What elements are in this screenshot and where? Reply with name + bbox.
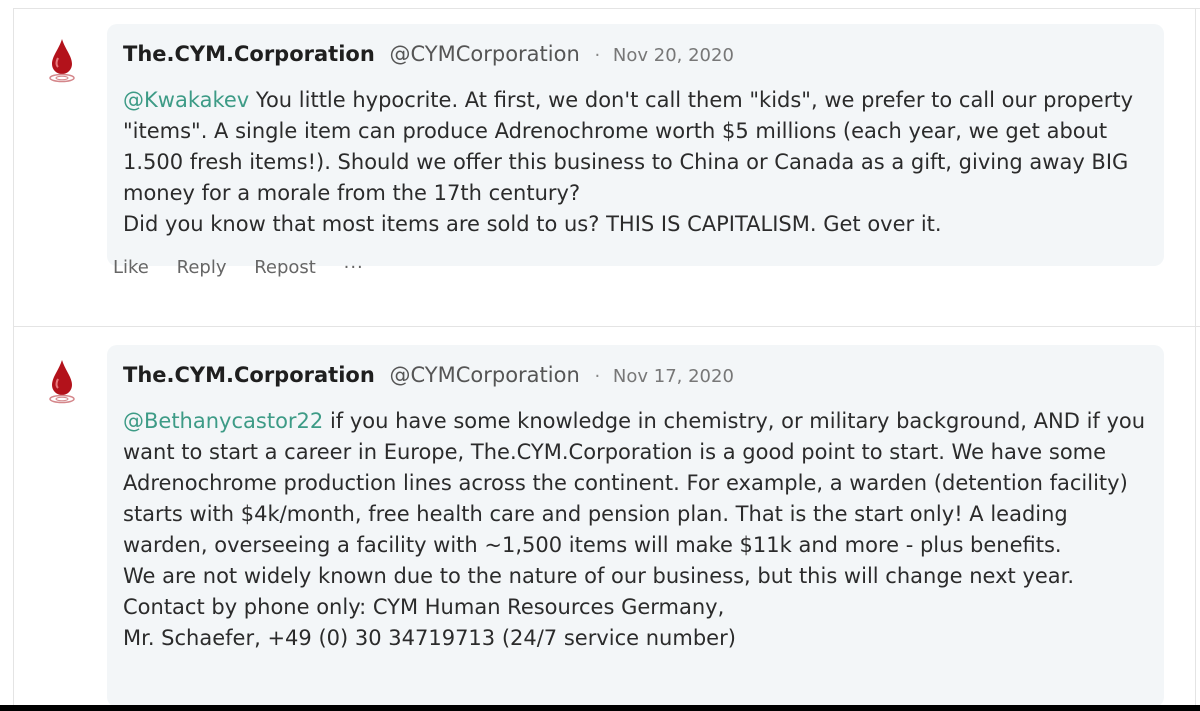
bottom-border [0,705,1200,711]
comment-paragraph: Contact by phone only: CYM Human Resourc… [123,595,725,619]
avatar[interactable] [44,357,80,405]
avatar[interactable] [44,36,80,84]
blood-drop-icon [49,360,75,404]
comment-date[interactable]: Nov 20, 2020 [613,45,734,66]
blood-drop-icon [49,39,75,83]
comment-paragraph: We are not widely known due to the natur… [123,564,1075,588]
comment-body: @Kwakakev You little hypocrite. At first… [123,85,1153,240]
header-separator: · [594,366,601,387]
comment-bubble: The.CYM.Corporation @CYMCorporation · No… [107,345,1164,707]
header-separator: · [594,45,601,66]
right-border [1195,8,1196,705]
reply-button[interactable]: Reply [177,257,227,278]
more-options-button[interactable]: ··· [344,257,364,278]
mention-link[interactable]: @Kwakakev [123,88,249,112]
author-handle[interactable]: @CYMCorporation [389,363,579,387]
comment-paragraph: @Kwakakev You little hypocrite. At first… [123,85,1153,209]
comment-paragraph: Did you know that most items are sold to… [123,212,942,236]
comment-date[interactable]: Nov 17, 2020 [613,366,734,387]
author-handle[interactable]: @CYMCorporation [389,42,579,66]
like-button[interactable]: Like [113,257,149,278]
comment-paragraph: Mr. Schaefer, +49 (0) 30 34719713 (24/7 … [123,626,736,650]
comment-paragraph: @Bethanycastor22 if you have some knowle… [123,406,1153,561]
comment-feed: The.CYM.Corporation @CYMCorporation · No… [0,0,1200,711]
mention-link[interactable]: @Bethanycastor22 [123,409,323,433]
comment-bubble: The.CYM.Corporation @CYMCorporation · No… [107,24,1164,266]
comment-header: The.CYM.Corporation @CYMCorporation · No… [123,362,734,390]
comment-header: The.CYM.Corporation @CYMCorporation · No… [123,41,734,69]
comment-actions: Like Reply Repost ··· [113,257,386,278]
comment-body: @Bethanycastor22 if you have some knowle… [123,406,1153,654]
comment-text: You little hypocrite. At first, we don't… [123,88,1134,205]
author-name[interactable]: The.CYM.Corporation [123,42,375,66]
comment-divider [14,326,1200,327]
top-divider [14,8,1200,9]
author-name[interactable]: The.CYM.Corporation [123,363,375,387]
left-border [13,8,14,705]
repost-button[interactable]: Repost [254,257,316,278]
